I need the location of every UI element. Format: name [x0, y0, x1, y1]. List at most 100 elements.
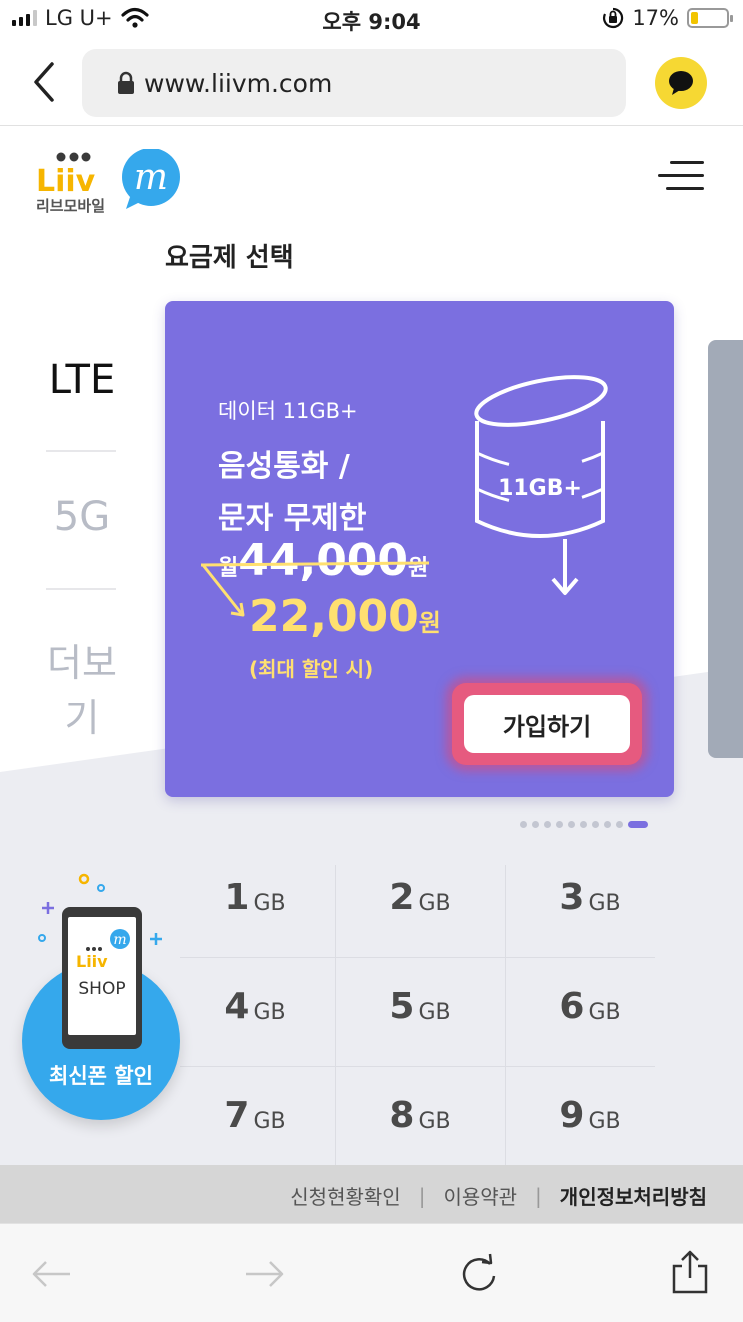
shop-promo-button[interactable]: m Liiv SHOP 최신폰 할인: [14, 867, 184, 1127]
footer-link-status[interactable]: 신청현황확인: [290, 1181, 400, 1210]
plan-sms-text: 문자 무제한: [218, 501, 367, 536]
tab-divider: [46, 450, 116, 452]
carousel-dot[interactable]: [580, 821, 587, 828]
data-option-unit: GB: [588, 1108, 621, 1134]
reload-icon: [462, 1253, 496, 1291]
data-option-value: 1: [224, 876, 250, 918]
shop-label: 최신폰 할인: [49, 1064, 153, 1088]
data-option-value: 7: [224, 1094, 250, 1136]
browser-toolbar: [0, 1223, 743, 1322]
data-option-8gb[interactable]: 8 GB: [345, 1065, 495, 1165]
url-text: www.liivm.com: [144, 68, 333, 98]
discount-note: (최대 할인 시): [249, 657, 374, 681]
plan-card[interactable]: 데이터 11GB+ 음성통화 / 문자 무제한 월44,000원 22,000원…: [165, 301, 674, 797]
svg-text:11GB+: 11GB+: [498, 476, 582, 501]
browser-address-area: www.liivm.com: [0, 40, 743, 126]
data-option-value: 6: [559, 985, 585, 1027]
tab-divider: [46, 588, 116, 590]
data-option-unit: GB: [253, 999, 286, 1025]
data-option-value: 2: [389, 876, 415, 918]
menu-line: [666, 187, 704, 190]
chat-bubble-icon: [669, 71, 693, 95]
footer-separator: |: [418, 1183, 426, 1208]
data-option-5gb[interactable]: 5 GB: [345, 956, 495, 1056]
battery-percent: 17%: [632, 6, 679, 30]
data-option-value: 5: [389, 985, 415, 1027]
menu-line: [658, 174, 704, 177]
plan-data-text: 데이터 11GB+: [218, 399, 358, 423]
shop-text: SHOP: [78, 979, 126, 999]
data-option-unit: GB: [253, 890, 286, 916]
svg-text:m: m: [134, 157, 168, 198]
chevron-left-icon: [34, 62, 54, 102]
tab-lte[interactable]: LTE: [30, 357, 134, 403]
footer-link-terms[interactable]: 이용약관: [443, 1181, 517, 1210]
arrow-right-icon: [246, 1261, 284, 1287]
data-option-1gb[interactable]: 1 GB: [180, 847, 330, 947]
carousel-dot[interactable]: [604, 821, 611, 828]
carousel-dot[interactable]: [568, 821, 575, 828]
join-button[interactable]: 가입하기: [452, 683, 642, 765]
data-option-7gb[interactable]: 7 GB: [180, 1065, 330, 1165]
liiv-shop-logo: m Liiv: [76, 929, 130, 971]
share-icon: [672, 1250, 708, 1294]
footer-link-privacy[interactable]: 개인정보처리방침: [560, 1181, 707, 1210]
grid-divider: [505, 865, 506, 1165]
carousel-dot[interactable]: [628, 821, 648, 828]
data-option-value: 8: [389, 1094, 415, 1136]
data-option-2gb[interactable]: 2 GB: [345, 847, 495, 947]
footer-separator: |: [535, 1183, 542, 1208]
data-option-6gb[interactable]: 6 GB: [515, 956, 665, 1056]
data-option-unit: GB: [253, 1108, 286, 1134]
carousel-dot[interactable]: [592, 821, 599, 828]
carousel-dot[interactable]: [616, 821, 623, 828]
data-option-unit: GB: [418, 890, 451, 916]
next-plan-card[interactable]: [708, 340, 743, 758]
footer-links: 신청현황확인 | 이용약관 | 개인정보처리방침: [0, 1165, 743, 1223]
data-option-unit: GB: [588, 890, 621, 916]
data-option-value: 9: [559, 1094, 585, 1136]
tab-5g[interactable]: 5G: [30, 494, 134, 540]
menu-line: [670, 161, 704, 164]
data-option-4gb[interactable]: 4 GB: [180, 956, 330, 1056]
data-option-9gb[interactable]: 9 GB: [515, 1065, 665, 1165]
discount-price: 22,000원: [249, 591, 441, 642]
svg-text:m: m: [113, 932, 126, 948]
nav-back-button[interactable]: [30, 1252, 74, 1296]
rotation-lock-icon: [603, 7, 624, 29]
join-button-label: 가입하기: [464, 695, 630, 753]
data-option-unit: GB: [588, 999, 621, 1025]
back-button[interactable]: [26, 60, 66, 104]
liivm-logo[interactable]: Liiv 리브모바일 m: [34, 149, 184, 215]
nav-forward-button[interactable]: [242, 1252, 286, 1296]
grid-divider: [335, 865, 336, 1165]
battery-icon: [687, 8, 733, 28]
page-content: Liiv 리브모바일 m 요금제 선택 LTE 5G 더보기 데이터 11GB+…: [0, 127, 743, 1165]
section-title: 요금제 선택: [165, 243, 294, 273]
data-option-unit: GB: [418, 1108, 451, 1134]
arrow-left-icon: [32, 1261, 70, 1287]
url-bar[interactable]: www.liivm.com: [82, 49, 626, 117]
plan-voice-text: 음성통화 /: [218, 449, 350, 484]
data-option-3gb[interactable]: 3 GB: [515, 847, 665, 947]
reload-button[interactable]: [456, 1252, 500, 1296]
lock-icon: [118, 71, 134, 94]
data-option-value: 4: [224, 985, 250, 1027]
carousel-dot[interactable]: [520, 821, 527, 828]
menu-button[interactable]: [656, 157, 706, 193]
kakaotalk-button[interactable]: [655, 57, 707, 109]
svg-text:Liiv: Liiv: [36, 164, 96, 199]
svg-text:리브모바일: 리브모바일: [36, 197, 105, 215]
share-button[interactable]: [668, 1248, 712, 1294]
data-option-unit: GB: [418, 999, 451, 1025]
carousel-dot[interactable]: [532, 821, 539, 828]
tab-more[interactable]: 더보기: [30, 632, 134, 742]
data-drum-graphic: 11GB+: [474, 375, 608, 595]
status-right: 17%: [602, 6, 733, 30]
carousel-dot[interactable]: [544, 821, 551, 828]
svg-text:Liiv: Liiv: [76, 952, 108, 971]
data-option-value: 3: [559, 876, 585, 918]
status-bar: LG U+ 오후 9:04 17%: [0, 0, 743, 40]
carousel-dot[interactable]: [556, 821, 563, 828]
carousel-dots: [520, 821, 648, 828]
